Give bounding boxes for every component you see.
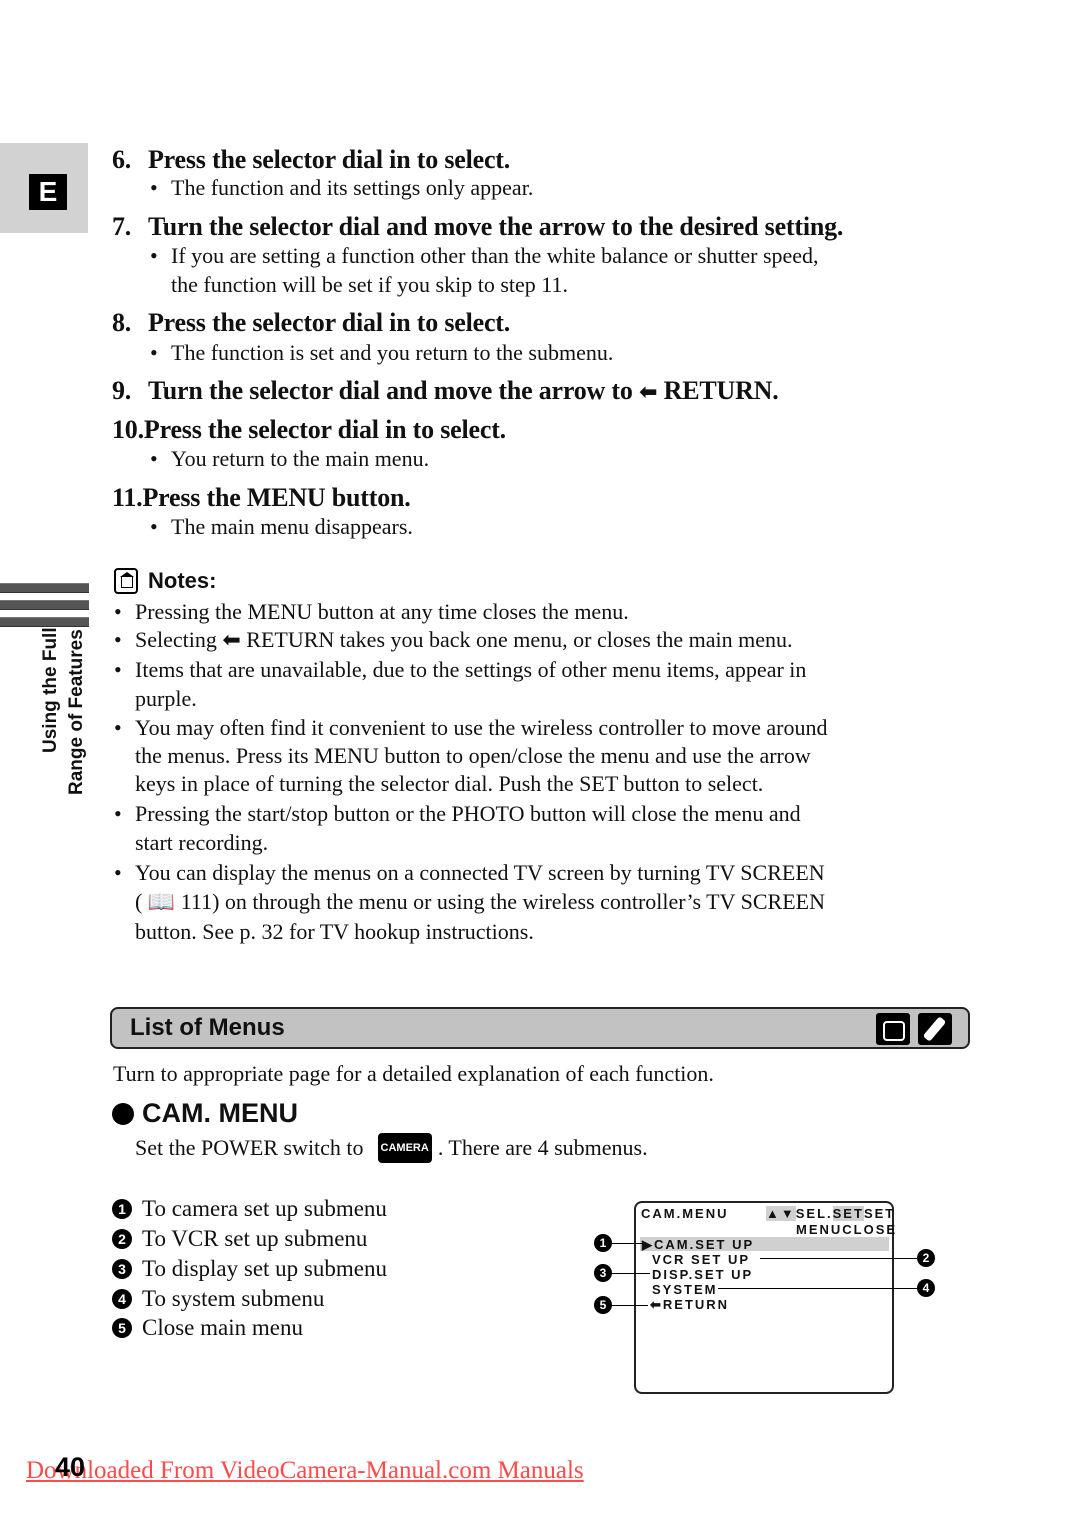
language-label: E bbox=[29, 174, 67, 210]
step-8: 8. Press the selector dial in to select. bbox=[112, 308, 511, 337]
note-item: • You can display the menus on a connecte… bbox=[114, 860, 825, 885]
notes-icon bbox=[114, 568, 138, 594]
submenu-item: 4 To system submenu bbox=[112, 1286, 324, 1312]
step-10-bullet: • You return to the main menu. bbox=[150, 446, 430, 471]
step-7: 7. Turn the selector dial and move the ar… bbox=[112, 212, 844, 241]
step-11-bullet: • The main menu disappears. bbox=[150, 514, 413, 539]
note-item: • Items that are unavailable, due to the … bbox=[114, 657, 807, 682]
note-item-cont: button. See p. 32 for TV hookup instruct… bbox=[135, 919, 534, 944]
note-item-cont: start recording. bbox=[135, 830, 269, 855]
screen-row-cam-set-up: ▶CAM.SET UP bbox=[642, 1237, 755, 1252]
callout-2: 2 bbox=[917, 1249, 935, 1267]
submenu-item: 3 To display set up submenu bbox=[112, 1256, 387, 1282]
section-label-line2: Range of Features bbox=[66, 629, 87, 795]
notes-heading: Notes: bbox=[114, 568, 216, 594]
section-marker-bars bbox=[0, 583, 89, 634]
step-11: 11.Press the MENU button. bbox=[112, 483, 411, 512]
screen-row-system: SYSTEM bbox=[652, 1282, 718, 1297]
screen-header-title: CAM.MENU bbox=[641, 1206, 729, 1221]
note-item-cont: the menus. Press its MENU button to open… bbox=[135, 743, 811, 768]
list-of-menus-intro: Turn to appropriate page for a detailed … bbox=[113, 1061, 714, 1086]
note-item: • Pressing the start/stop button or the P… bbox=[114, 801, 801, 826]
note-item: • Pressing the MENU button at any time cl… bbox=[114, 599, 629, 624]
screen-header-close: MENUCLOSE bbox=[796, 1222, 898, 1237]
camera-mode-badge: CAMERA bbox=[377, 1133, 432, 1163]
step-7-bullet: • If you are setting a function other tha… bbox=[150, 243, 819, 268]
note-item-cont: keys in place of turning the selector di… bbox=[135, 771, 764, 796]
step-8-bullet: • The function is set and you return to t… bbox=[150, 340, 614, 365]
page-number: 40 bbox=[55, 1452, 86, 1482]
callout-3: 3 bbox=[594, 1264, 612, 1282]
list-of-menus-title: List of Menus bbox=[130, 1014, 285, 1041]
callout-5: 5 bbox=[594, 1296, 612, 1314]
callout-line bbox=[612, 1273, 650, 1274]
callout-line bbox=[612, 1305, 648, 1306]
submenu-item: 2 To VCR set up submenu bbox=[112, 1226, 367, 1252]
note-item-cont: purple. bbox=[135, 686, 197, 711]
note-item: • You may often find it convenient to use… bbox=[114, 715, 828, 740]
screen-row-vcr-set-up: VCR SET UP bbox=[652, 1252, 751, 1267]
note-item-cont: ( 📖 111) on through the menu or using th… bbox=[135, 889, 825, 914]
callout-1: 1 bbox=[594, 1234, 612, 1252]
step-7-bullet-cont: the function will be set if you skip to … bbox=[171, 272, 568, 297]
step-10: 10.Press the selector dial in to select. bbox=[112, 415, 506, 444]
download-source-link[interactable]: Downloaded From VideoCamera-Manual.com M… bbox=[26, 1457, 584, 1485]
power-instruction: Set the POWER switch to CAMERA . There a… bbox=[135, 1133, 648, 1163]
callout-4: 4 bbox=[917, 1279, 935, 1297]
note-item: • Selecting ⬅ RETURN takes you back one m… bbox=[114, 627, 793, 652]
submenu-item: 5 Close main menu bbox=[112, 1315, 303, 1341]
section-label-line1: Using the Full bbox=[40, 627, 61, 753]
step-9: 9. Turn the selector dial and move the ar… bbox=[112, 376, 779, 405]
submenu-item: 1 To camera set up submenu bbox=[112, 1196, 387, 1222]
screen-row-return: ⬅RETURN bbox=[650, 1297, 730, 1312]
list-of-menus-header: List of Menus bbox=[110, 1007, 970, 1049]
wireless-controller-icon bbox=[918, 1013, 952, 1045]
step-6-bullet: • The function and its settings only appe… bbox=[150, 175, 534, 200]
callout-line bbox=[718, 1288, 917, 1289]
cam-menu-heading: CAM. MENU bbox=[112, 1098, 298, 1129]
step-6: 6. Press the selector dial in to select. bbox=[112, 145, 511, 174]
callout-line bbox=[760, 1258, 917, 1259]
screen-header-controls: ▲▼SEL.SETSET bbox=[766, 1206, 896, 1221]
return-arrow-icon: ⬅ bbox=[639, 379, 658, 405]
camera-mode-icon bbox=[876, 1013, 910, 1045]
screen-row-disp-set-up: DISP.SET UP bbox=[652, 1267, 754, 1282]
bullet-dot-icon bbox=[112, 1102, 134, 1125]
language-tab: E bbox=[0, 143, 88, 233]
section-label: Using the Full Range of Features bbox=[30, 627, 90, 800]
callout-line bbox=[612, 1243, 642, 1244]
